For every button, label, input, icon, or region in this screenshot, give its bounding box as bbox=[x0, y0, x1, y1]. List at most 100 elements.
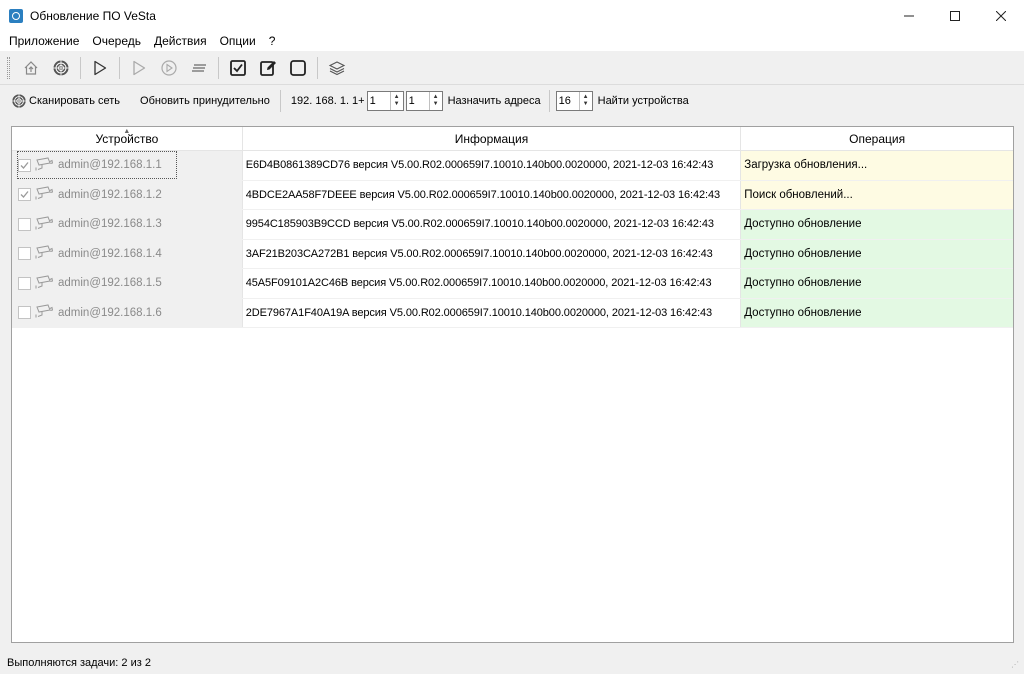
row-checkbox[interactable] bbox=[18, 306, 31, 320]
camera-icon bbox=[35, 157, 58, 174]
ip-prefix: 192. 168. 1. 1+ bbox=[290, 95, 365, 107]
main-toolbar bbox=[0, 52, 1024, 85]
device-address: admin@192.168.1.4 bbox=[58, 247, 162, 260]
ip-count-value[interactable]: 1 bbox=[407, 95, 429, 107]
row-checkbox[interactable] bbox=[18, 158, 31, 172]
operation-cell: Доступно обновление bbox=[741, 269, 1013, 298]
minimize-icon bbox=[904, 15, 914, 16]
column-header-device[interactable]: ▲ Устройство bbox=[12, 127, 243, 150]
minimize-button[interactable] bbox=[886, 0, 932, 31]
window-controls bbox=[886, 0, 1024, 31]
play-button[interactable] bbox=[85, 55, 115, 81]
toolbar-separator bbox=[80, 57, 81, 79]
ip-start-spinbox[interactable]: 1 ▲ ▼ bbox=[366, 91, 404, 111]
operation-cell: Поиск обновлений... bbox=[741, 180, 1013, 209]
table-row[interactable]: admin@192.168.1.6 2DE7967A1F40A19A версия… bbox=[12, 298, 1013, 328]
radar-button[interactable] bbox=[46, 55, 76, 81]
force-update-label: Обновить принудительно bbox=[140, 95, 270, 107]
edit-icon bbox=[260, 61, 276, 76]
scan-network-button[interactable]: Сканировать сеть bbox=[7, 89, 126, 113]
play-circle-button[interactable] bbox=[154, 55, 184, 81]
play-disabled-icon bbox=[133, 60, 146, 76]
operation-cell: Доступно обновление bbox=[741, 298, 1013, 327]
menu-actions[interactable]: Действия bbox=[148, 34, 214, 48]
ip-start-value[interactable]: 1 bbox=[368, 95, 390, 107]
menu-application[interactable]: Приложение bbox=[3, 34, 86, 48]
checkmark-icon bbox=[20, 191, 29, 199]
uncheck-all-button[interactable] bbox=[283, 55, 313, 81]
row-checkbox[interactable] bbox=[18, 276, 31, 290]
app-icon bbox=[9, 8, 23, 23]
info-cell: 4BDCE2AA58F7DEEE версия V5.00.R02.000659… bbox=[243, 180, 742, 209]
lines-icon bbox=[192, 64, 206, 72]
check-all-button[interactable] bbox=[223, 55, 253, 81]
device-count-value[interactable]: 16 bbox=[557, 95, 579, 107]
row-checkbox[interactable] bbox=[18, 217, 31, 231]
table-header: ▲ Устройство Информация Операция bbox=[12, 127, 1013, 151]
close-button[interactable] bbox=[978, 0, 1024, 31]
camera-icon bbox=[35, 186, 58, 203]
status-bar: Выполняются задачи: 2 из 2 ⋰ bbox=[0, 651, 1024, 674]
layers-button[interactable] bbox=[322, 55, 352, 81]
device-cell[interactable]: admin@192.168.1.2 bbox=[12, 180, 243, 209]
table-row[interactable]: admin@192.168.1.3 9954C185903B9CCD версия… bbox=[12, 210, 1013, 240]
status-text: Выполняются задачи: 2 из 2 bbox=[7, 656, 151, 669]
row-checkbox[interactable] bbox=[18, 247, 31, 261]
assign-addresses-button[interactable]: Назначить адреса bbox=[448, 95, 541, 107]
operation-cell: Доступно обновление bbox=[741, 210, 1013, 239]
column-header-operation[interactable]: Операция bbox=[741, 127, 1013, 150]
maximize-button[interactable] bbox=[932, 0, 978, 31]
home-upload-button[interactable] bbox=[16, 55, 46, 81]
device-address: admin@192.168.1.1 bbox=[58, 159, 162, 172]
checkmark-icon bbox=[20, 161, 29, 169]
toolbar-separator bbox=[119, 57, 120, 79]
table-row[interactable]: admin@192.168.1.5 45A5F09101A2C46B версия… bbox=[12, 269, 1013, 299]
device-cell[interactable]: admin@192.168.1.1 bbox=[12, 151, 243, 180]
row-checkbox[interactable] bbox=[18, 188, 31, 202]
table-row[interactable]: admin@192.168.1.1 E6D4B0861389CD76 версия… bbox=[12, 151, 1013, 181]
spin-arrows-icon[interactable]: ▲ ▼ bbox=[578, 92, 592, 110]
device-cell[interactable]: admin@192.168.1.5 bbox=[12, 269, 243, 298]
radar-icon bbox=[53, 60, 69, 76]
edit-button[interactable] bbox=[253, 55, 283, 81]
device-cell[interactable]: admin@192.168.1.6 bbox=[12, 298, 243, 327]
lines-button[interactable] bbox=[184, 55, 214, 81]
menu-bar: Приложение Очередь Действия Опции ? bbox=[0, 31, 1024, 51]
column-header-info[interactable]: Информация bbox=[243, 127, 742, 150]
device-address: admin@192.168.1.3 bbox=[58, 218, 162, 231]
resize-grip-icon[interactable]: ⋰ bbox=[1011, 661, 1021, 671]
layers-icon bbox=[328, 61, 346, 76]
device-cell[interactable]: admin@192.168.1.4 bbox=[12, 239, 243, 268]
scan-toolbar: Сканировать сеть Обновить принудительно … bbox=[0, 86, 1024, 116]
ip-count-spinbox[interactable]: 1 ▲ ▼ bbox=[405, 91, 443, 111]
force-update-button[interactable]: Обновить принудительно bbox=[134, 89, 276, 113]
menu-queue[interactable]: Очередь bbox=[86, 34, 148, 48]
toolbar-grip[interactable] bbox=[7, 57, 10, 79]
play-disabled-button[interactable] bbox=[124, 55, 154, 81]
info-cell: E6D4B0861389CD76 версия V5.00.R02.000659… bbox=[243, 151, 742, 180]
menu-options[interactable]: Опции bbox=[214, 34, 263, 48]
camera-icon bbox=[35, 216, 58, 233]
info-cell: 45A5F09101A2C46B версия V5.00.R02.000659… bbox=[243, 269, 742, 298]
info-cell: 2DE7967A1F40A19A версия V5.00.R02.000659… bbox=[243, 298, 742, 327]
toolbar-separator bbox=[317, 57, 318, 79]
find-devices-button[interactable]: Найти устройства bbox=[598, 95, 689, 107]
operation-cell: Загрузка обновления... bbox=[741, 151, 1013, 180]
spin-arrows-icon[interactable]: ▲ ▼ bbox=[389, 92, 403, 110]
toolbar-separator bbox=[279, 90, 281, 112]
menu-help[interactable]: ? bbox=[263, 34, 283, 48]
spin-arrows-icon[interactable]: ▲ ▼ bbox=[428, 92, 442, 110]
home-upload-icon bbox=[24, 61, 38, 75]
device-cell-content: admin@192.168.1.5 bbox=[18, 270, 176, 296]
device-cell[interactable]: admin@192.168.1.3 bbox=[12, 210, 243, 239]
device-cell-content: admin@192.168.1.2 bbox=[18, 182, 176, 208]
uncheck-all-icon bbox=[290, 60, 306, 76]
play-circle-icon bbox=[161, 60, 177, 76]
table-row[interactable]: admin@192.168.1.2 4BDCE2AA58F7DEEE версия… bbox=[12, 180, 1013, 210]
maximize-icon bbox=[950, 10, 960, 21]
device-count-spinbox[interactable]: 16 ▲ ▼ bbox=[555, 91, 593, 111]
table-row[interactable]: admin@192.168.1.4 3AF21B203CA272B1 версия… bbox=[12, 239, 1013, 269]
toolbar-separator bbox=[548, 90, 550, 112]
device-cell-content: admin@192.168.1.6 bbox=[18, 300, 176, 326]
info-cell: 3AF21B203CA272B1 версия V5.00.R02.000659… bbox=[243, 239, 742, 268]
